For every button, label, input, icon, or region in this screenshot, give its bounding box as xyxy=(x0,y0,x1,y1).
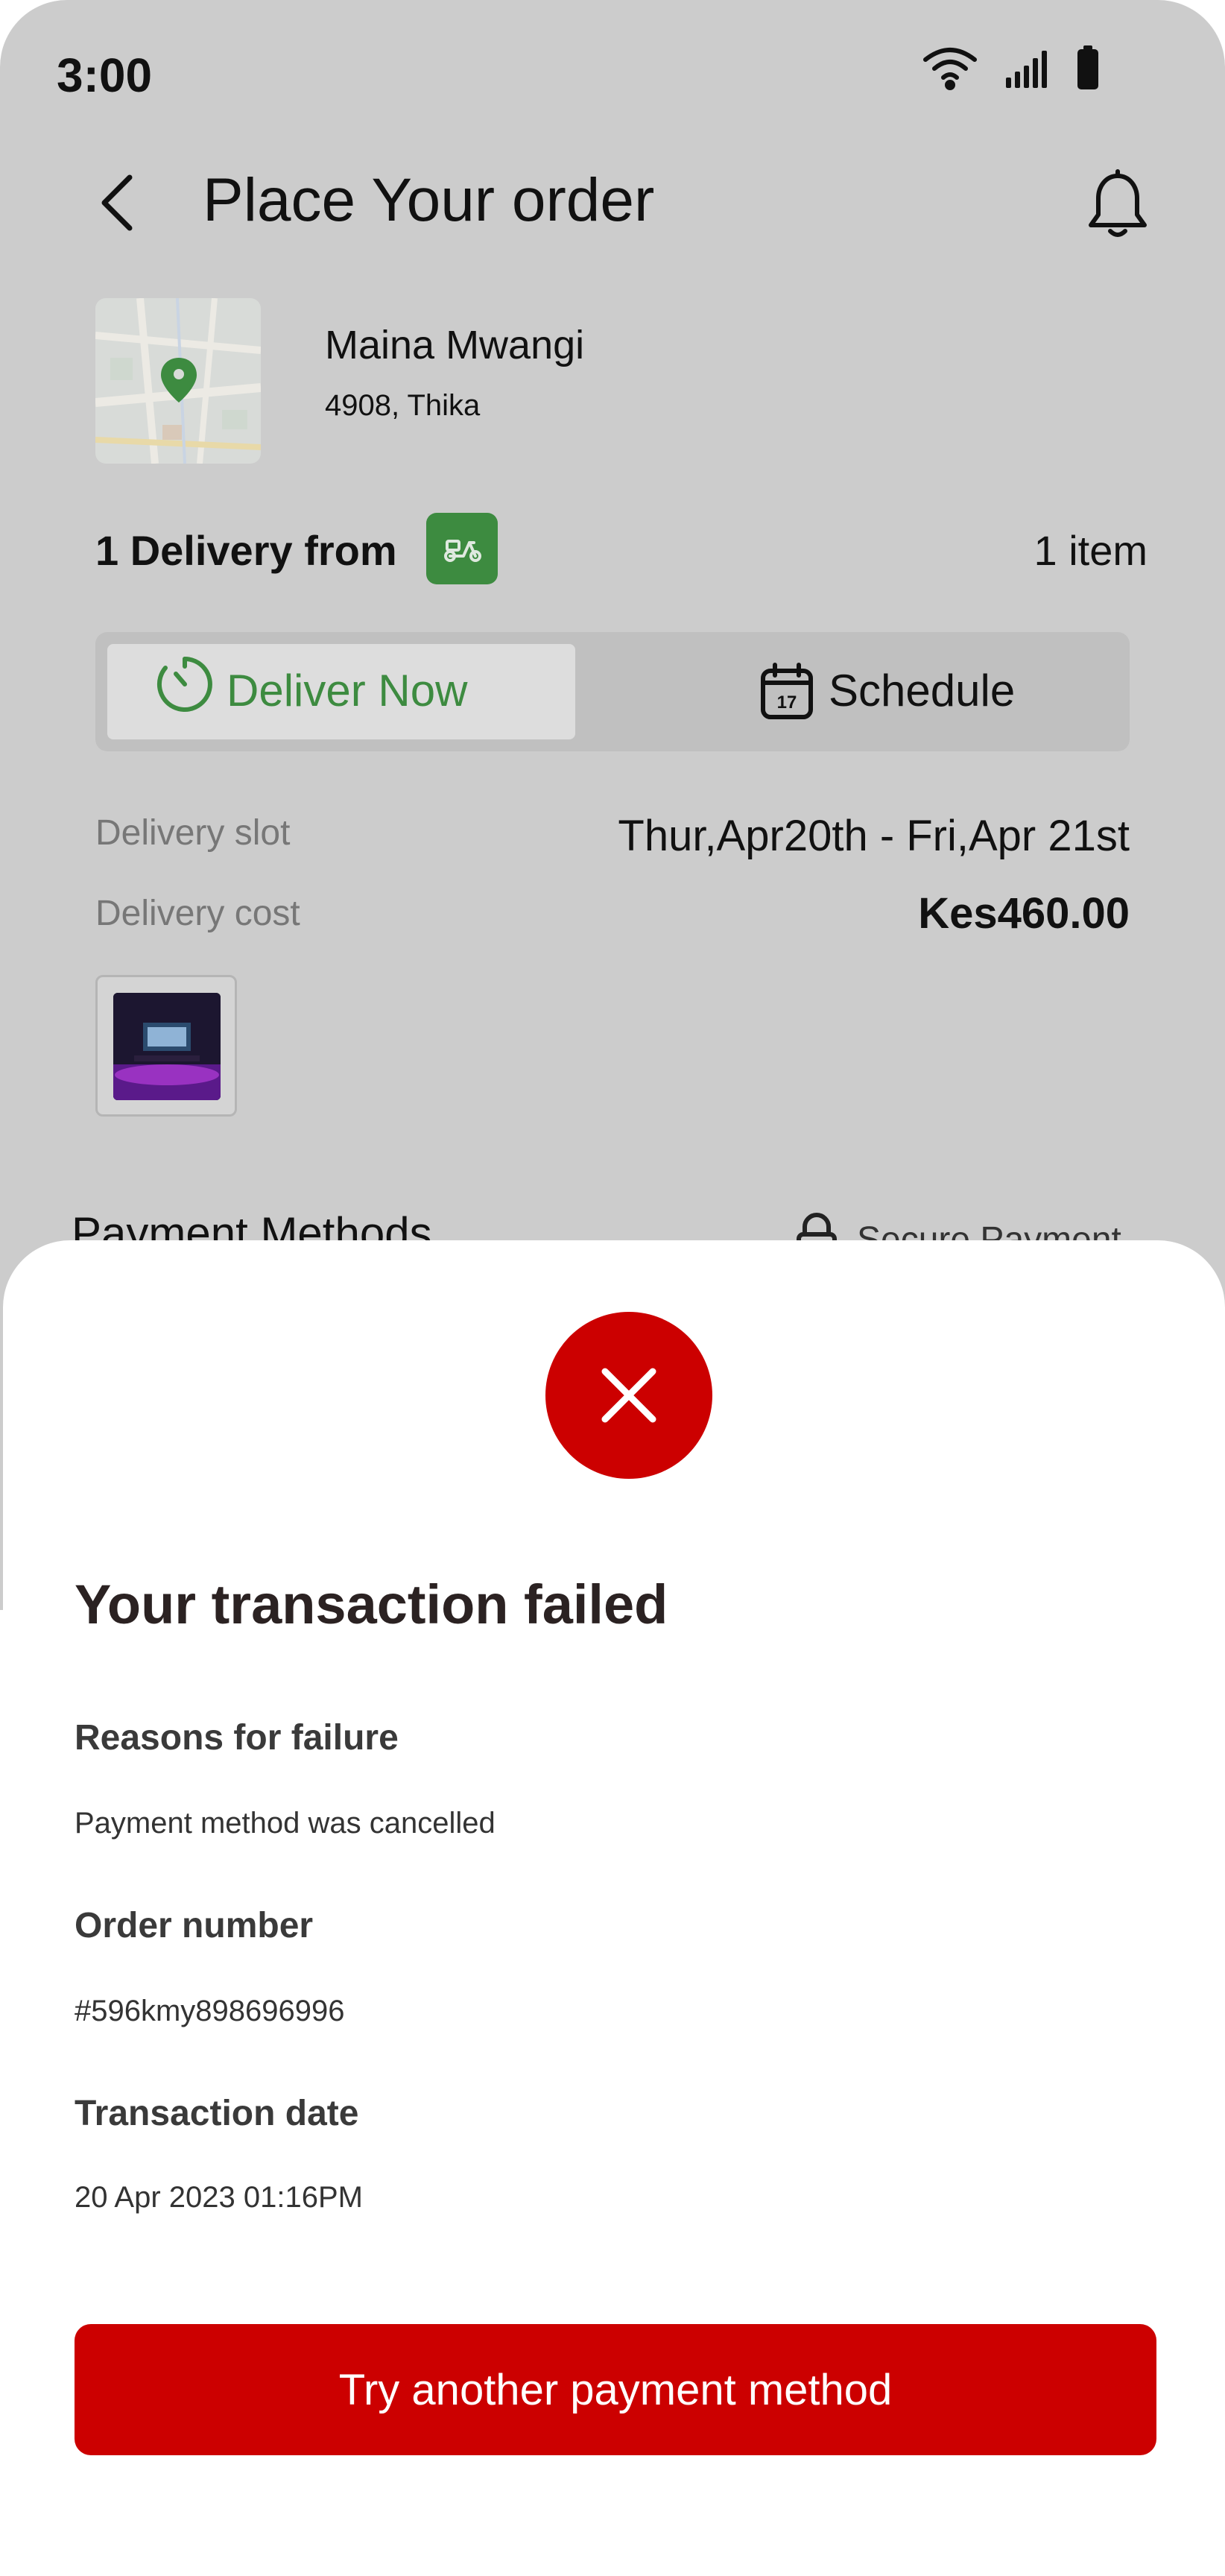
delivery-cost-label: Delivery cost xyxy=(95,894,300,933)
order-number-label: Order number xyxy=(75,1906,314,1945)
sheet-title: Your transaction failed xyxy=(75,1573,668,1635)
schedule-label[interactable]: Schedule xyxy=(829,665,1015,716)
chevron-left-icon[interactable] xyxy=(97,173,142,233)
transaction-date-value: 20 Apr 2023 01:16PM xyxy=(75,2181,363,2214)
product-thumbnail[interactable] xyxy=(95,975,237,1117)
product-image xyxy=(113,993,221,1100)
status-icons xyxy=(923,45,1098,90)
try-another-payment-button[interactable]: Try another payment method xyxy=(75,2324,1156,2455)
recipient-name: Maina Mwangi xyxy=(325,323,585,367)
calendar-icon: 17 xyxy=(761,663,813,719)
screen: 3:00 Place Your order Maina Mwangi 4908,… xyxy=(0,0,1225,2576)
failure-reason-value: Payment method was cancelled xyxy=(75,1807,496,1840)
item-count: 1 item xyxy=(1034,527,1148,574)
recipient-address: 4908, Thika xyxy=(325,389,481,422)
scooter-icon xyxy=(444,540,481,562)
delivery-slot-value: Thur,Apr20th - Fri,Apr 21st xyxy=(618,812,1130,860)
signal-icon xyxy=(1006,51,1047,88)
order-number-value: #596kmy898696996 xyxy=(75,1995,345,2027)
close-icon xyxy=(601,1368,656,1423)
error-badge xyxy=(545,1312,712,1479)
failure-reason-label: Reasons for failure xyxy=(75,1718,399,1758)
svg-text:17: 17 xyxy=(777,692,797,713)
transaction-failed-sheet: Your transaction failed Reasons for fail… xyxy=(3,1240,1225,2576)
delivery-from-label: 1 Delivery from xyxy=(95,527,397,574)
map-thumbnail[interactable] xyxy=(95,298,261,464)
timer-icon xyxy=(156,657,212,712)
delivery-provider-badge xyxy=(426,513,498,584)
battery-icon xyxy=(1077,45,1098,89)
wifi-icon xyxy=(923,48,977,90)
status-time: 3:00 xyxy=(57,48,153,102)
delivery-cost-value: Kes460.00 xyxy=(918,889,1130,938)
delivery-slot-label: Delivery slot xyxy=(95,813,291,853)
bell-icon[interactable] xyxy=(1085,168,1150,240)
delivery-mode-toggle: Deliver Now 17 Schedule xyxy=(95,632,1130,751)
deliver-now-label[interactable]: Deliver Now xyxy=(227,665,467,716)
page-title: Place Your order xyxy=(203,166,655,234)
transaction-date-label: Transaction date xyxy=(75,2094,359,2133)
